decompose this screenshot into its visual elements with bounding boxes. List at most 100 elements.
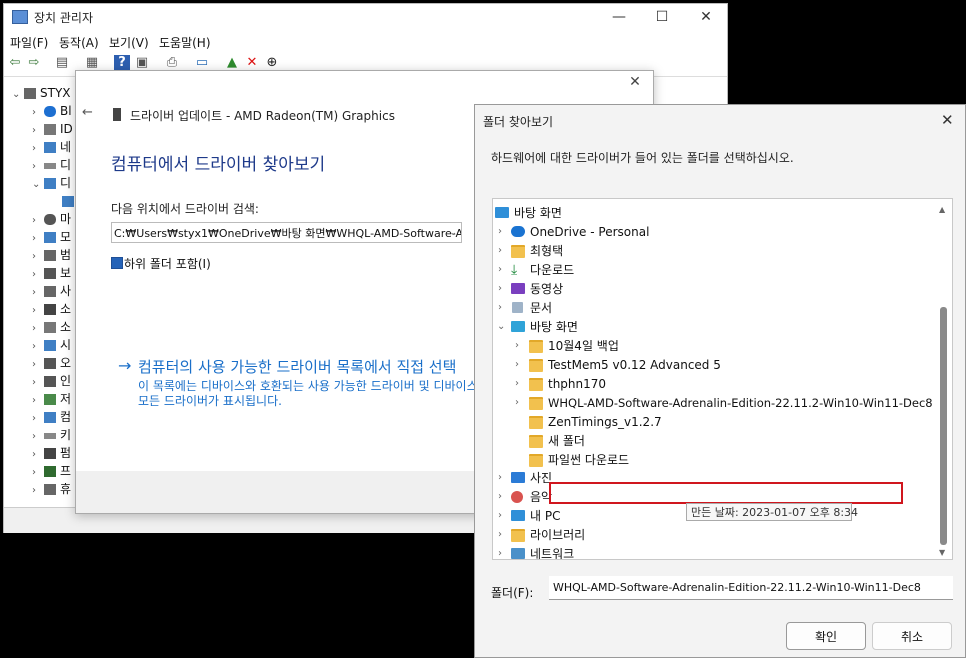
chevron-right-icon[interactable]: ›: [515, 337, 519, 355]
tree-item-thphn[interactable]: › thphn170: [493, 375, 933, 393]
download-circle-icon[interactable]: ⊕: [264, 55, 280, 71]
chevron-right-icon[interactable]: ›: [32, 338, 44, 355]
menu-action[interactable]: 동작(A): [59, 34, 99, 51]
chevron-right-icon[interactable]: ›: [32, 122, 44, 139]
close-button[interactable]: ✕: [686, 6, 726, 28]
chevron-right-icon[interactable]: ›: [32, 248, 44, 265]
tree-item-desktop-root[interactable]: 바탕 화면: [493, 204, 933, 222]
tree-item[interactable]: › 인: [32, 373, 71, 390]
chevron-right-icon[interactable]: ›: [515, 394, 519, 412]
tree-item[interactable]: › 키: [32, 427, 71, 444]
chevron-right-icon[interactable]: ›: [32, 410, 44, 427]
tree-item[interactable]: › 네: [32, 139, 71, 156]
chevron-right-icon[interactable]: ›: [32, 212, 44, 229]
maximize-button[interactable]: ☐: [642, 6, 682, 28]
include-subfolders-label[interactable]: 하위 폴더 포함(I): [124, 255, 211, 272]
properties-icon[interactable]: ▤: [54, 55, 70, 71]
pick-from-list-link[interactable]: 컴퓨터의 사용 가능한 드라이버 목록에서 직접 선택: [138, 356, 456, 377]
chevron-down-icon[interactable]: ⌄: [449, 223, 457, 242]
chevron-right-icon[interactable]: ›: [32, 446, 44, 463]
search-path-combo[interactable]: C:₩Users₩styx1₩OneDrive₩바탕 화면₩WHQL-AMD-S…: [111, 222, 462, 243]
tree-item-downloads-folder[interactable]: 파일썬 다운로드: [493, 451, 933, 469]
tree-root[interactable]: ⌄ STYX: [12, 85, 71, 102]
tree-item-network[interactable]: › 네트워크: [493, 545, 933, 559]
tree-item-backup[interactable]: › 10월4일 백업: [493, 337, 933, 355]
chevron-right-icon[interactable]: ›: [32, 266, 44, 283]
chevron-right-icon[interactable]: ›: [515, 375, 519, 393]
tree-item[interactable]: › 소: [32, 301, 71, 318]
update-driver-icon[interactable]: ▲: [224, 55, 240, 71]
chevron-down-icon[interactable]: ⌄: [32, 176, 44, 193]
print-icon[interactable]: ⎙: [164, 55, 180, 71]
tree-item-new-folder[interactable]: 새 폴더: [493, 432, 933, 450]
close-button[interactable]: ✕: [621, 74, 649, 94]
tree-item[interactable]: ⌄ 디: [32, 175, 71, 192]
tree-item[interactable]: › 모: [32, 229, 71, 246]
scroll-up-icon[interactable]: ▲: [939, 205, 945, 214]
tree-item[interactable]: › 컴: [32, 409, 71, 426]
back-icon[interactable]: ⇦: [7, 55, 23, 71]
chevron-right-icon[interactable]: ›: [498, 526, 502, 544]
tree-item-libraries[interactable]: › 라이브러리: [493, 526, 933, 544]
chevron-right-icon[interactable]: ›: [32, 140, 44, 157]
tree-item[interactable]: › 휴: [32, 481, 71, 498]
chevron-right-icon[interactable]: ›: [498, 242, 502, 260]
tree-item[interactable]: › 저: [32, 391, 71, 408]
scan-icon[interactable]: ▭: [194, 55, 210, 71]
scroll-down-icon[interactable]: ▼: [939, 548, 945, 557]
forward-icon[interactable]: ⇨: [26, 55, 42, 71]
tree-item[interactable]: › 시: [32, 337, 71, 354]
chevron-right-icon[interactable]: ›: [32, 230, 44, 247]
back-arrow-icon[interactable]: ←: [82, 105, 93, 120]
chevron-right-icon[interactable]: ›: [32, 320, 44, 337]
folder-field[interactable]: WHQL-AMD-Software-Adrenalin-Edition-22.1…: [549, 576, 953, 600]
tree-item[interactable]: › 마: [32, 211, 71, 228]
chevron-down-icon[interactable]: ⌄: [12, 86, 24, 103]
chevron-right-icon[interactable]: ›: [32, 158, 44, 175]
tree-item-documents[interactable]: › 문서: [493, 299, 933, 317]
tree-item-videos[interactable]: › 동영상: [493, 280, 933, 298]
chevron-right-icon[interactable]: ›: [498, 488, 502, 506]
uninstall-icon[interactable]: ✕: [244, 55, 260, 71]
help-icon[interactable]: ?: [114, 55, 130, 71]
chevron-down-icon[interactable]: ⌄: [497, 318, 505, 336]
chevron-right-icon[interactable]: ›: [498, 280, 502, 298]
list-icon[interactable]: ▦: [84, 55, 100, 71]
chevron-right-icon[interactable]: ›: [32, 374, 44, 391]
view-icon[interactable]: ▣: [134, 55, 150, 71]
chevron-right-icon[interactable]: ›: [32, 428, 44, 445]
tree-item[interactable]: › 사: [32, 283, 71, 300]
tree-item-desktop[interactable]: ⌄ 바탕 화면: [493, 318, 933, 336]
menu-file[interactable]: 파일(F): [10, 34, 48, 51]
tree-item-zentimings[interactable]: ZenTimings_v1.2.7: [493, 413, 933, 431]
tree-item-user[interactable]: › 최형택: [493, 242, 933, 260]
chevron-right-icon[interactable]: ›: [32, 284, 44, 301]
tree-item[interactable]: › 범: [32, 247, 71, 264]
chevron-right-icon[interactable]: ›: [515, 356, 519, 374]
tree-item[interactable]: › 오: [32, 355, 71, 372]
tree-item[interactable]: › Bl: [32, 103, 72, 120]
tree-item[interactable]: › 펌: [32, 445, 71, 462]
close-button[interactable]: ✕: [941, 111, 954, 129]
chevron-right-icon[interactable]: ›: [498, 223, 502, 241]
chevron-right-icon[interactable]: ›: [498, 261, 502, 279]
chevron-right-icon[interactable]: ›: [32, 392, 44, 409]
tree-item[interactable]: › 보: [32, 265, 71, 282]
chevron-right-icon[interactable]: ›: [498, 299, 502, 317]
chevron-right-icon[interactable]: ›: [498, 507, 502, 525]
chevron-right-icon[interactable]: ›: [32, 356, 44, 373]
tree-item[interactable]: › 소: [32, 319, 71, 336]
cancel-button[interactable]: 취소: [872, 622, 952, 650]
tree-item[interactable]: › ID: [32, 121, 73, 138]
scrollbar-thumb[interactable]: [940, 307, 947, 545]
include-subfolders-checkbox[interactable]: [111, 257, 123, 269]
tree-item-onedrive[interactable]: › OneDrive - Personal: [493, 223, 933, 241]
chevron-right-icon[interactable]: ›: [32, 104, 44, 121]
chevron-right-icon[interactable]: ›: [32, 464, 44, 481]
tree-item-whql-selected[interactable]: › WHQL-AMD-Software-Adrenalin-Edition-22…: [493, 394, 933, 412]
tree-item[interactable]: › 프: [32, 463, 71, 480]
tree-item-downloads[interactable]: › ⤓ 다운로드: [493, 261, 933, 279]
menu-view[interactable]: 보기(V): [109, 34, 149, 51]
minimize-button[interactable]: —: [599, 6, 639, 28]
tree-item-testmem[interactable]: › TestMem5 v0.12 Advanced 5: [493, 356, 933, 374]
